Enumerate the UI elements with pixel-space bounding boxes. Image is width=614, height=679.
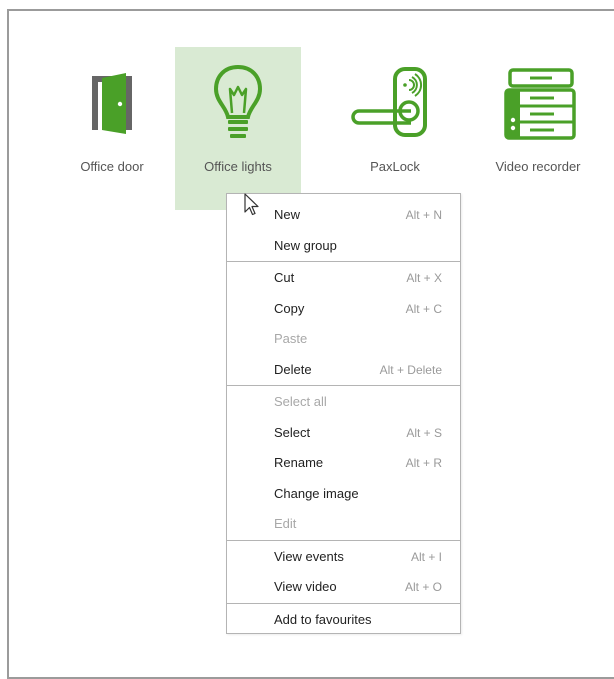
menu-item-label: Select [274, 424, 311, 440]
device-tile-office-door[interactable]: Office door [49, 47, 175, 210]
menu-item-label: Add to favourites [274, 611, 372, 627]
device-label: Video recorder [495, 159, 581, 174]
menu-item-change-image[interactable]: Change image [227, 479, 460, 509]
menu-item-rename[interactable]: Rename Alt + R [227, 448, 460, 478]
menu-item-shortcut: Alt + R [405, 456, 442, 470]
mouse-pointer-icon [244, 193, 260, 217]
menu-item-shortcut: Alt + I [410, 549, 442, 564]
device-label: Office lights [204, 159, 272, 174]
menu-item-label: New [274, 207, 301, 222]
paxlock-icon [332, 63, 458, 143]
menu-item-shortcut: Alt + X [406, 271, 442, 285]
device-tile-paxlock[interactable]: PaxLock [332, 47, 458, 210]
menu-item-label: Change image [274, 485, 359, 501]
menu-item-shortcut: Alt + O [404, 580, 442, 594]
menu-separator [227, 261, 460, 262]
menu-item-label: View video [274, 579, 337, 594]
menu-item-label: Select all [274, 394, 327, 409]
context-menu: New Alt + N New group Cut Alt + X Copy Alt + C… [226, 193, 461, 634]
menu-item-shortcut: Alt + C [405, 301, 442, 316]
video-recorder-icon [475, 63, 601, 143]
menu-separator [227, 602, 460, 604]
menu-item-new[interactable]: New Alt + N [227, 200, 460, 230]
menu-item-label: Delete [274, 361, 312, 377]
menu-item-new-group[interactable]: New group [227, 231, 460, 261]
menu-item-label: View events [274, 548, 344, 564]
menu-item-view-events[interactable]: View events Alt + I [227, 542, 460, 572]
menu-item-label: Copy [274, 300, 305, 316]
menu-item-select[interactable]: Select Alt + S [227, 418, 460, 448]
lightbulb-icon [175, 63, 301, 143]
menu-separator [227, 539, 460, 541]
menu-separator [227, 385, 460, 386]
menu-item-copy[interactable]: Copy Alt + C [227, 294, 460, 324]
menu-item-shortcut: Alt + Delete [379, 362, 442, 377]
menu-item-shortcut: Alt + N [405, 208, 442, 222]
menu-item-label: New group [274, 237, 337, 253]
menu-item-shortcut: Alt + S [406, 425, 442, 440]
menu-item-label: Paste [274, 331, 308, 346]
device-label: PaxLock [370, 159, 420, 174]
device-tile-video-recorder[interactable]: Video recorder [475, 47, 601, 210]
menu-item-cut[interactable]: Cut Alt + X [227, 263, 460, 293]
menu-item-label: Edit [274, 516, 297, 531]
menu-item-edit: Edit [227, 509, 460, 539]
menu-item-label: Cut [274, 270, 295, 285]
menu-item-view-video[interactable]: View video Alt + O [227, 572, 460, 602]
menu-item-delete[interactable]: Delete Alt + Delete [227, 355, 460, 385]
device-label: Office door [80, 159, 144, 174]
menu-item-paste: Paste [227, 324, 460, 354]
menu-item-label: Rename [274, 455, 324, 470]
menu-item-select-all: Select all [227, 387, 460, 417]
device-tile-office-lights[interactable]: Office lights [175, 47, 301, 210]
door-icon [49, 63, 175, 143]
menu-item-add-to-favourites[interactable]: Add to favourites [227, 605, 460, 635]
